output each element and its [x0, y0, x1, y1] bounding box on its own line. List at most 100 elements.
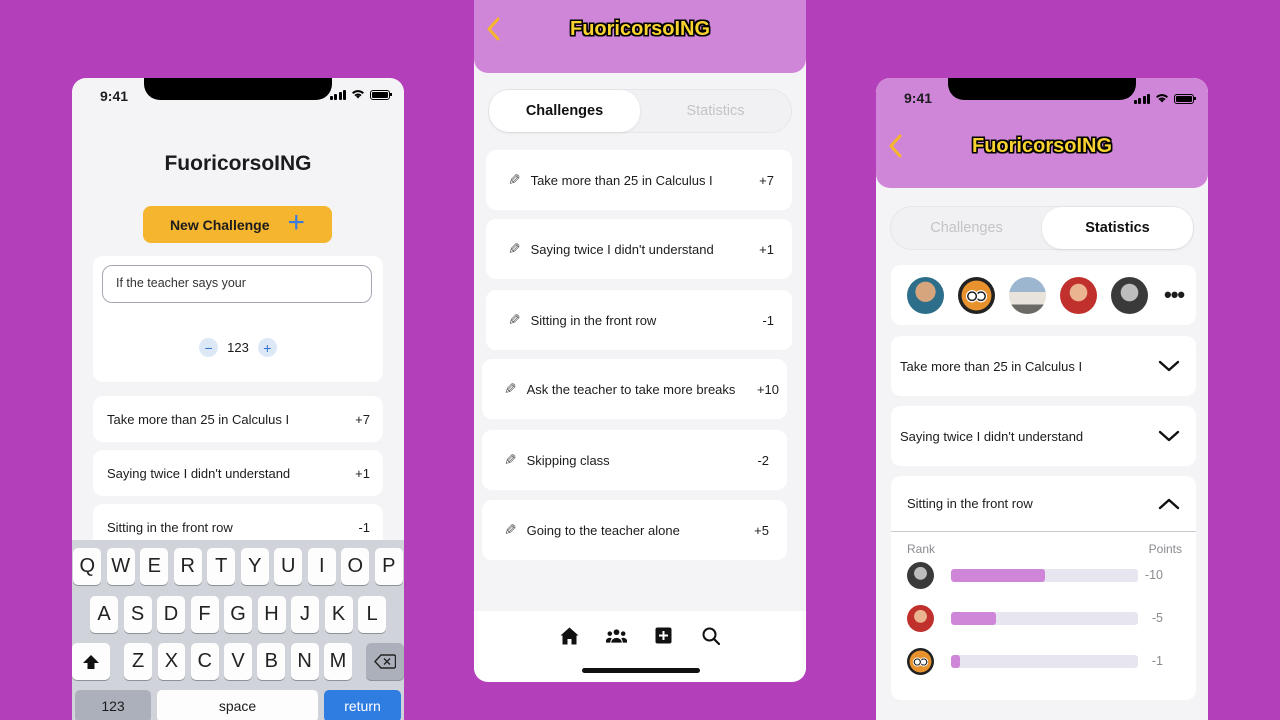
shift-icon — [82, 654, 99, 669]
avatar[interactable] — [907, 276, 944, 314]
add-square-icon[interactable] — [653, 625, 674, 646]
rank-header: Rank — [907, 542, 936, 556]
list-item[interactable]: ✎ Saying twice I didn't understand +1 — [486, 219, 792, 279]
stepper-value: 123 — [227, 340, 249, 355]
key-b[interactable]: B — [257, 643, 286, 680]
challenge-points: +10 — [756, 381, 779, 397]
pencil-icon[interactable]: ✎ — [504, 380, 517, 398]
key-d[interactable]: D — [157, 596, 185, 633]
pencil-icon[interactable]: ✎ — [508, 171, 521, 189]
tab-statistics[interactable]: Statistics — [640, 90, 791, 132]
key-f[interactable]: F — [190, 596, 219, 633]
challenge-points: +7 — [355, 411, 370, 427]
chevron-down-icon[interactable] — [1158, 355, 1180, 377]
challenge-label: Sitting in the front row — [107, 519, 233, 535]
key-e[interactable]: E — [140, 548, 169, 585]
key-w[interactable]: W — [106, 548, 135, 585]
key-y[interactable]: Y — [240, 548, 269, 585]
pencil-icon[interactable]: ✎ — [508, 240, 521, 258]
key-l[interactable]: L — [358, 596, 386, 633]
avatar[interactable] — [1060, 276, 1097, 314]
key-v[interactable]: V — [224, 643, 252, 680]
leaderboard-row: -1 — [907, 647, 1182, 675]
avatar — [907, 604, 934, 632]
chevron-up-icon[interactable] — [1158, 493, 1180, 515]
pencil-icon[interactable]: ✎ — [508, 311, 521, 329]
key-q[interactable]: Q — [73, 548, 102, 585]
challenge-accordion[interactable]: Take more than 25 in Calculus I — [891, 336, 1196, 396]
segmented-control: Challenges Statistics — [890, 206, 1194, 250]
more-icon[interactable]: ••• — [1164, 282, 1185, 308]
tab-challenges[interactable]: Challenges — [891, 207, 1042, 249]
space-key[interactable]: space — [157, 690, 318, 720]
key-u[interactable]: U — [274, 548, 303, 585]
key-g[interactable]: G — [224, 596, 252, 633]
list-item[interactable]: ✎ Sitting in the front row -1 — [486, 290, 792, 350]
key-j[interactable]: J — [291, 596, 319, 633]
avatar[interactable] — [1111, 276, 1148, 314]
points-bar — [951, 568, 1138, 582]
accordion-header[interactable]: Sitting in the front row — [891, 476, 1196, 532]
challenge-points: +5 — [754, 522, 769, 538]
home-icon[interactable] — [559, 625, 580, 646]
list-item[interactable]: Saying twice I didn't understand +1 — [93, 450, 383, 496]
challenge-points: +1 — [759, 241, 774, 257]
challenge-label: Take more than 25 in Calculus I — [900, 358, 1083, 374]
key-k[interactable]: K — [324, 596, 353, 633]
challenge-label: Sitting in the front row — [530, 312, 657, 328]
tab-statistics[interactable]: Statistics — [1042, 207, 1193, 249]
key-z[interactable]: Z — [124, 643, 153, 680]
key-h[interactable]: H — [257, 596, 286, 633]
key-x[interactable]: X — [157, 643, 186, 680]
list-item[interactable]: ✎ Take more than 25 in Calculus I +7 — [486, 150, 792, 210]
challenge-points: -1 — [358, 519, 370, 535]
key-a[interactable]: A — [90, 596, 118, 633]
list-item[interactable]: ✎ Going to the teacher alone +5 — [482, 500, 787, 560]
numbers-key[interactable]: 123 — [75, 690, 151, 720]
leaderboard-row: -10 — [907, 561, 1182, 589]
avatar[interactable] — [1009, 276, 1046, 314]
search-icon[interactable] — [700, 625, 721, 646]
key-o[interactable]: O — [341, 548, 370, 585]
status-icons — [1133, 93, 1196, 105]
list-item[interactable]: ✎ Ask the teacher to take more breaks +1… — [482, 359, 787, 419]
key-i[interactable]: I — [307, 548, 336, 585]
status-time: 9:41 — [100, 88, 129, 104]
return-key[interactable]: return — [324, 690, 401, 720]
decrement-button[interactable]: − — [199, 338, 219, 357]
key-s[interactable]: S — [123, 596, 152, 633]
notch — [144, 78, 332, 100]
pencil-icon[interactable]: ✎ — [504, 451, 517, 469]
key-p[interactable]: P — [374, 548, 403, 585]
challenge-name-input[interactable]: If the teacher says your — [102, 265, 372, 303]
tab-challenges[interactable]: Challenges — [489, 90, 640, 132]
new-challenge-button[interactable]: New Challenge + — [143, 206, 332, 243]
challenge-label: Saying twice I didn't understand — [107, 465, 291, 481]
points-value: -1 — [1151, 654, 1163, 668]
list-item[interactable]: ✎ Skipping class -2 — [482, 430, 787, 490]
challenge-label: Take more than 25 in Calculus I — [530, 172, 713, 188]
points-stepper: − 123 + — [93, 338, 383, 357]
segmented-control: Challenges Statistics — [488, 89, 792, 133]
challenge-accordion[interactable]: Saying twice I didn't understand — [891, 406, 1196, 466]
key-m[interactable]: M — [324, 643, 352, 680]
delete-key[interactable] — [366, 643, 404, 680]
battery-icon — [370, 90, 392, 100]
shift-key[interactable] — [72, 643, 110, 680]
key-c[interactable]: C — [190, 643, 219, 680]
signal-icon — [329, 90, 346, 100]
points-bar — [951, 611, 1138, 625]
key-n[interactable]: N — [290, 643, 319, 680]
status-time: 9:41 — [904, 90, 933, 106]
list-item[interactable]: Take more than 25 in Calculus I +7 — [93, 396, 383, 442]
avatar — [907, 561, 934, 589]
avatar[interactable] — [958, 276, 995, 314]
header: 9:41 FuoricorsoING — [876, 78, 1208, 188]
challenge-label: Going to the teacher alone — [526, 522, 680, 538]
group-icon[interactable] — [606, 625, 627, 646]
pencil-icon[interactable]: ✎ — [504, 521, 517, 539]
chevron-down-icon[interactable] — [1158, 425, 1180, 447]
key-t[interactable]: T — [207, 548, 236, 585]
key-r[interactable]: R — [173, 548, 202, 585]
increment-button[interactable]: + — [257, 338, 277, 357]
